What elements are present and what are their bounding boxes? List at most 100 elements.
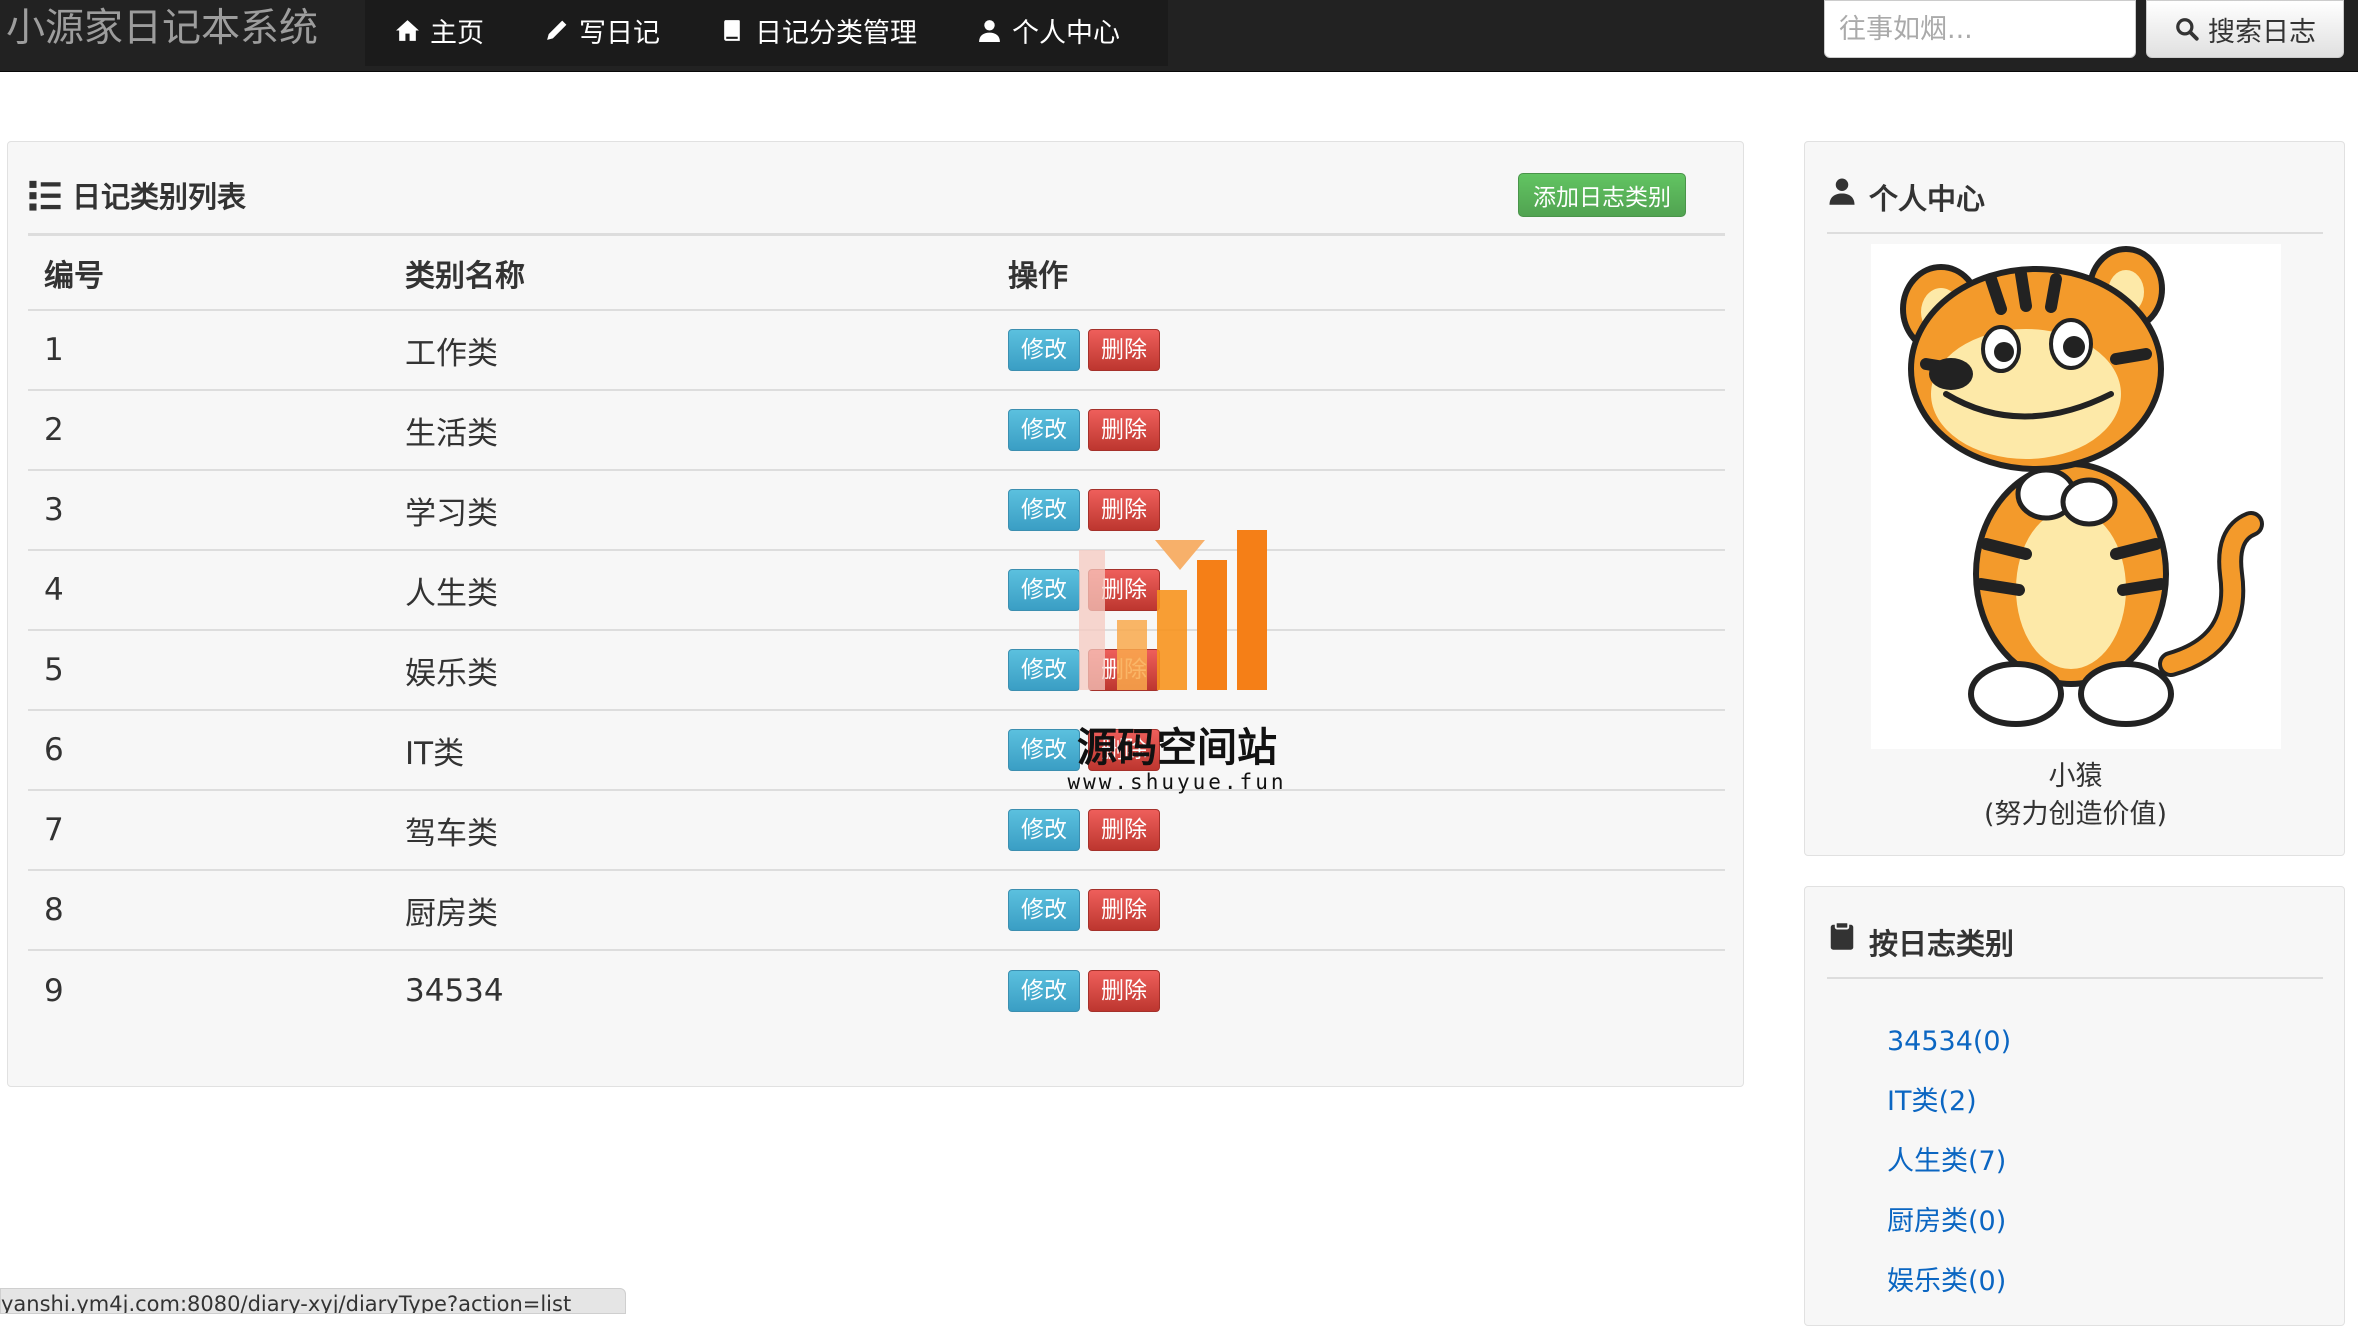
edit-button[interactable]: 修改 <box>1008 729 1080 771</box>
row-actions: 修改 删除 <box>992 389 1725 470</box>
edit-button[interactable]: 修改 <box>1008 489 1080 531</box>
nav-item-label: 主页 <box>430 17 484 49</box>
row-category-name: 厨房类 <box>389 869 992 950</box>
home-icon <box>396 19 419 41</box>
delete-button[interactable]: 删除 <box>1088 489 1160 531</box>
table-row: 3 学习类 修改 删除 <box>28 469 1725 550</box>
search-input[interactable] <box>1824 0 2136 58</box>
delete-button[interactable]: 删除 <box>1088 969 1160 1012</box>
nav-item-home[interactable]: 主页 <box>365 0 514 60</box>
delete-button[interactable]: 删除 <box>1088 329 1160 371</box>
profile-panel: 个人中心 小猿 (努力创造价值) <box>1804 141 2345 856</box>
row-actions: 修改 删除 <box>992 789 1725 870</box>
row-category-name: 人生类 <box>389 549 992 630</box>
category-link[interactable]: 厨房类(0) <box>1887 1206 2006 1237</box>
edit-button[interactable]: 修改 <box>1008 969 1080 1012</box>
table-row: 7 驾车类 修改 删除 <box>28 789 1725 870</box>
row-actions: 修改 删除 <box>992 949 1725 1030</box>
book-icon <box>724 19 740 41</box>
user-icon <box>1829 178 1855 205</box>
tiger-cartoon-avatar <box>1900 246 2264 727</box>
table-row: 1 工作类 修改 删除 <box>28 309 1725 390</box>
row-actions: 修改 删除 <box>992 469 1725 550</box>
row-id: 9 <box>28 949 389 1030</box>
list-item: IT类(2) <box>1887 1072 2011 1132</box>
row-category-name: 娱乐类 <box>389 629 992 710</box>
row-id: 2 <box>28 389 389 470</box>
row-actions: 修改 删除 <box>992 869 1725 950</box>
row-id: 4 <box>28 549 389 630</box>
category-link[interactable]: 娱乐类(0) <box>1887 1266 2006 1297</box>
category-link[interactable]: 人生类(7) <box>1887 1146 2006 1177</box>
nav-item-label: 日记分类管理 <box>755 17 917 49</box>
row-actions: 修改 删除 <box>992 709 1725 790</box>
search-button-label: 搜索日志 <box>2208 16 2316 48</box>
add-category-button[interactable]: 添加日志类别 <box>1518 173 1686 217</box>
table-row: 9 34534 修改 删除 <box>28 949 1725 1030</box>
nav-item-profile[interactable]: 个人中心 <box>947 0 1150 60</box>
row-id: 5 <box>28 629 389 710</box>
delete-button[interactable]: 删除 <box>1088 889 1160 931</box>
nav-item-category-manage[interactable]: 日记分类管理 <box>690 0 947 60</box>
edit-button[interactable]: 修改 <box>1008 889 1080 931</box>
row-id: 7 <box>28 789 389 870</box>
table-row: 4 人生类 修改 删除 <box>28 549 1725 630</box>
user-icon <box>979 19 1000 42</box>
list-icon <box>29 180 61 211</box>
edit-button[interactable]: 修改 <box>1008 569 1080 611</box>
panel-title-text: 日记类别列表 <box>72 180 247 214</box>
column-header-actions: 操作 <box>1008 258 1068 294</box>
category-filter-panel: 按日志类别 34534(0) IT类(2) 人生类(7) 厨房类(0) 娱乐类(… <box>1804 886 2345 1326</box>
category-link[interactable]: IT类(2) <box>1887 1086 1977 1117</box>
table-row: 5 娱乐类 修改 删除 <box>28 629 1725 710</box>
search-icon <box>2176 18 2199 41</box>
row-category-name: 驾车类 <box>389 789 992 870</box>
pencil-icon <box>547 20 567 40</box>
delete-button[interactable]: 删除 <box>1088 409 1160 451</box>
category-link[interactable]: 34534(0) <box>1887 1026 2011 1057</box>
delete-button[interactable]: 删除 <box>1088 729 1160 771</box>
delete-button[interactable]: 删除 <box>1088 649 1160 691</box>
row-id: 3 <box>28 469 389 550</box>
row-id: 8 <box>28 869 389 950</box>
list-item: 娱乐类(0) <box>1887 1252 2011 1312</box>
row-category-name: 生活类 <box>389 389 992 470</box>
browser-status-url: yanshi.ym4j.com:8080/diary-xyj/diaryType… <box>0 1288 626 1314</box>
list-item: 厨房类(0) <box>1887 1192 2011 1252</box>
profile-panel-title: 个人中心 <box>1869 182 1986 216</box>
category-table: 编号 类别名称 操作 1 工作类 修改 删除 2 生活类 修改 删除 3 学习类 修… <box>28 236 1725 1030</box>
profile-panel-header: 个人中心 <box>1827 168 2323 234</box>
category-list-panel: 日记类别列表 添加日志类别 编号 类别名称 操作 1 工作类 修改 删除 2 生活… <box>7 141 1744 1087</box>
nav-item-write[interactable]: 写日记 <box>514 0 690 60</box>
top-navbar: 小源家日记本系统 主页 写日记 日记分类管理 个人中心 搜索日志 <box>0 0 2358 72</box>
clipboard-icon <box>1830 921 1854 950</box>
search-button[interactable]: 搜索日志 <box>2146 0 2344 58</box>
row-id: 1 <box>28 309 389 390</box>
row-category-name: IT类 <box>389 709 992 790</box>
nav-item-label: 写日记 <box>579 17 660 49</box>
delete-button[interactable]: 删除 <box>1088 569 1160 611</box>
table-row: 2 生活类 修改 删除 <box>28 389 1725 470</box>
edit-button[interactable]: 修改 <box>1008 649 1080 691</box>
edit-button[interactable]: 修改 <box>1008 809 1080 851</box>
list-item: 人生类(7) <box>1887 1132 2011 1192</box>
delete-button[interactable]: 删除 <box>1088 809 1160 851</box>
table-row: 6 IT类 修改 删除 <box>28 709 1725 790</box>
panel-title: 日记类别列表 <box>28 174 246 216</box>
column-header-name: 类别名称 <box>405 258 525 294</box>
row-actions: 修改 删除 <box>992 309 1725 390</box>
category-filter-title: 按日志类别 <box>1869 927 2015 961</box>
brand-title[interactable]: 小源家日记本系统 <box>0 0 365 60</box>
avatar <box>1871 244 2281 749</box>
profile-motto: (努力创造价值) <box>1983 799 2168 830</box>
row-id: 6 <box>28 709 389 790</box>
panel-header: 日记类别列表 添加日志类别 <box>28 168 1725 236</box>
edit-button[interactable]: 修改 <box>1008 329 1080 371</box>
main-nav: 主页 写日记 日记分类管理 个人中心 <box>365 0 1168 66</box>
column-header-id: 编号 <box>44 258 104 294</box>
category-filter-header: 按日志类别 <box>1827 913 2323 979</box>
edit-button[interactable]: 修改 <box>1008 409 1080 451</box>
category-link-list: 34534(0) IT类(2) 人生类(7) 厨房类(0) 娱乐类(0) <box>1887 1012 2011 1312</box>
list-item: 34534(0) <box>1887 1012 2011 1072</box>
row-actions: 修改 删除 <box>992 629 1725 710</box>
